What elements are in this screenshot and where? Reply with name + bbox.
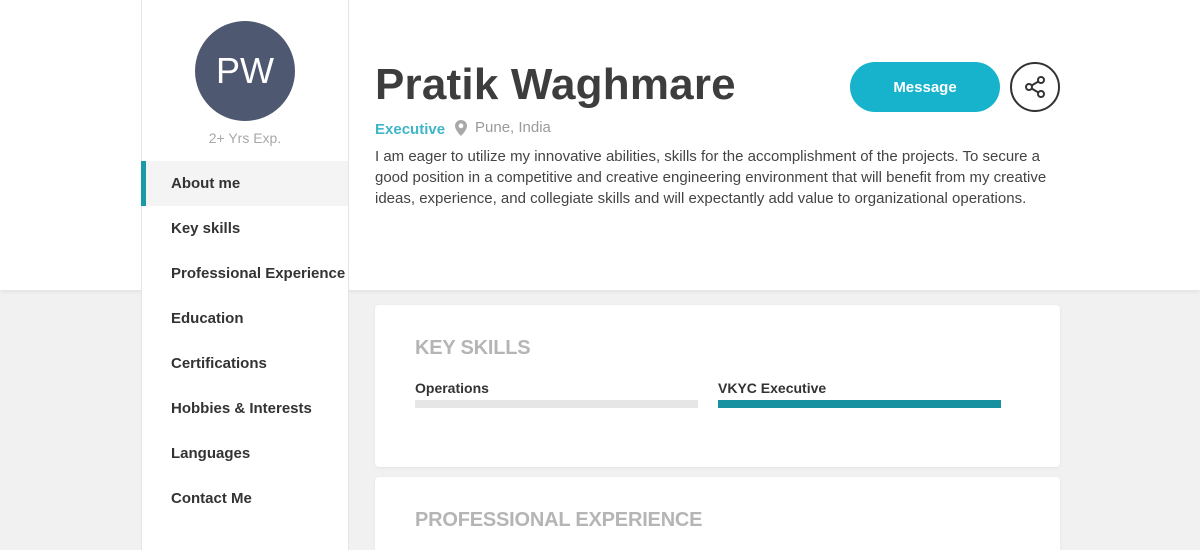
sidebar-item-label: Languages: [171, 445, 251, 462]
key-skills-title: KEY SKILLS: [415, 337, 531, 359]
skill-name: Operations: [415, 380, 489, 396]
skill-bar-track: [415, 400, 698, 408]
location-text: Pune, India: [475, 119, 551, 136]
sidebar-item-key-skills[interactable]: Key skills: [141, 206, 348, 251]
skill-bar-fill: [718, 400, 1001, 408]
professional-experience-card: PROFESSIONAL EXPERIENCE: [375, 477, 1060, 550]
sidebar-item-label: Key skills: [171, 220, 241, 237]
experience-label: 2+ Yrs Exp.: [208, 130, 282, 146]
skill-name: VKYC Executive: [718, 380, 827, 396]
share-icon: [1025, 76, 1045, 98]
professional-experience-title: PROFESSIONAL EXPERIENCE: [415, 509, 703, 531]
profile-location: Pune, India: [455, 119, 551, 136]
location-pin-icon: [455, 119, 467, 136]
share-button[interactable]: [1010, 62, 1060, 112]
sidebar-item-contact-me[interactable]: Contact Me: [141, 476, 348, 521]
skill-item: VKYC Executive: [718, 380, 1001, 408]
sidebar-item-label: Hobbies & Interests: [171, 400, 312, 417]
sidebar-item-certifications[interactable]: Certifications: [141, 341, 348, 386]
sidebar-item-label: About me: [171, 175, 241, 192]
profile-name: Pratik Waghmare: [375, 60, 736, 109]
message-button-label: Message: [893, 78, 957, 96]
sidebar-item-about-me[interactable]: About me: [141, 161, 348, 206]
avatar: PW: [195, 21, 295, 121]
key-skills-card: KEY SKILLS Operations VKYC Executive: [375, 305, 1060, 467]
message-button[interactable]: Message: [850, 62, 1000, 112]
about-text: I am eager to utilize my innovative abil…: [375, 148, 1047, 207]
avatar-initials: PW: [216, 50, 274, 91]
skill-item: Operations: [415, 380, 698, 408]
skill-bar-track: [718, 400, 1001, 408]
profile-role: Executive: [375, 121, 446, 138]
sidebar-item-professional-experience[interactable]: Professional Experience: [141, 251, 348, 296]
sidebar-item-label: Contact Me: [171, 490, 252, 507]
sidebar-item-label: Education: [171, 310, 244, 327]
sidebar-item-label: Professional Experience: [171, 265, 346, 282]
sidebar: PW 2+ Yrs Exp. About me Key skills Profe…: [141, 0, 349, 550]
sidebar-item-label: Certifications: [171, 355, 267, 372]
sidebar-item-education[interactable]: Education: [141, 296, 348, 341]
sidebar-item-languages[interactable]: Languages: [141, 431, 348, 476]
sidebar-item-hobbies-interests[interactable]: Hobbies & Interests: [141, 386, 348, 431]
sidebar-nav: About me Key skills Professional Experie…: [141, 161, 348, 521]
